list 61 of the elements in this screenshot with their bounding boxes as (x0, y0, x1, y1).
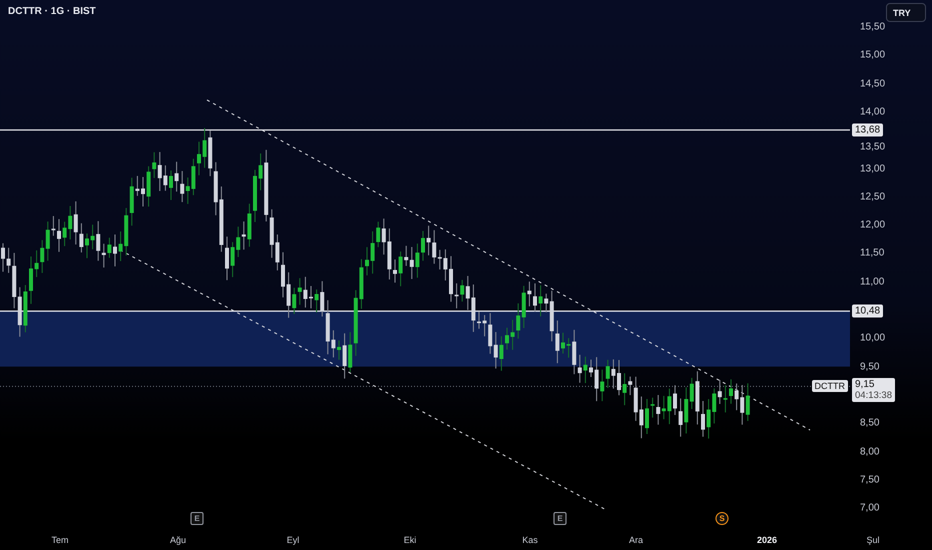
candle (505, 327, 509, 350)
candle (673, 384, 677, 416)
price-axis-label: 8,00 (860, 446, 880, 457)
candle (85, 232, 89, 259)
candle (337, 340, 341, 360)
candle (57, 218, 61, 252)
time-axis-label: Eyl (286, 535, 300, 545)
level-price-label: 10,48 (852, 304, 884, 318)
price-axis-label: 15,50 (860, 22, 886, 32)
price-axis-label: 12,00 (860, 220, 886, 231)
candle (421, 230, 425, 262)
price-axis-label: 14,00 (860, 106, 886, 118)
price-axis-label: 7,50 (860, 474, 880, 486)
candle (253, 169, 257, 222)
candle (309, 286, 313, 309)
candle (365, 246, 369, 276)
price-axis-label: 8,50 (860, 418, 880, 429)
event-marker[interactable]: S (716, 512, 728, 525)
time-axis-label: Eki (404, 535, 416, 545)
candle (29, 256, 33, 304)
price-axis-label: 10,00 (860, 332, 886, 344)
currency-button[interactable]: TRY (886, 3, 926, 22)
time-axis-label: Şul (866, 535, 880, 545)
candle (281, 252, 285, 298)
candle (1, 242, 5, 272)
time-axis-label: Ara (629, 535, 643, 545)
price-axis-label: 13,00 (860, 163, 886, 174)
candle (449, 256, 453, 302)
candle (393, 258, 397, 284)
price-axis-label: 11,00 (860, 276, 884, 288)
price-axis-label: 15,00 (860, 50, 886, 61)
candle (113, 234, 117, 267)
event-marker[interactable]: E (190, 512, 204, 525)
last-price: 9,15 (855, 379, 876, 390)
candle (617, 360, 621, 396)
price-axis-label: 9,50 (860, 361, 880, 372)
time-axis-label: 2026 (756, 535, 778, 545)
price-axis-label: 12,50 (860, 191, 886, 202)
level-price-label: 13,68 (852, 124, 884, 136)
candle (701, 400, 705, 438)
candle (477, 310, 481, 330)
candle (589, 359, 593, 378)
candle (561, 332, 565, 354)
time-axis-label: Ağu (170, 535, 186, 545)
event-marker[interactable]: E (554, 512, 566, 525)
candle (533, 282, 537, 312)
candle (169, 170, 173, 201)
price-axis-label: 11,50 (860, 248, 884, 259)
symbol-title: DCTTR · 1G · BIST (8, 6, 96, 17)
price-axis-label: 14,50 (860, 78, 886, 90)
candle (141, 176, 145, 207)
candle (645, 398, 649, 435)
price-axis-label: 13,50 (860, 142, 886, 153)
candle (225, 236, 229, 281)
price-axis-label: 7,00 (860, 502, 880, 514)
bar-countdown: 04:13:38 (855, 390, 892, 402)
symbol-price-label: DCTTR (812, 380, 848, 392)
time-axis-label: Tem (52, 535, 68, 545)
time-axis-label: Kas (522, 535, 538, 545)
candle (197, 141, 201, 176)
candle (729, 378, 733, 404)
